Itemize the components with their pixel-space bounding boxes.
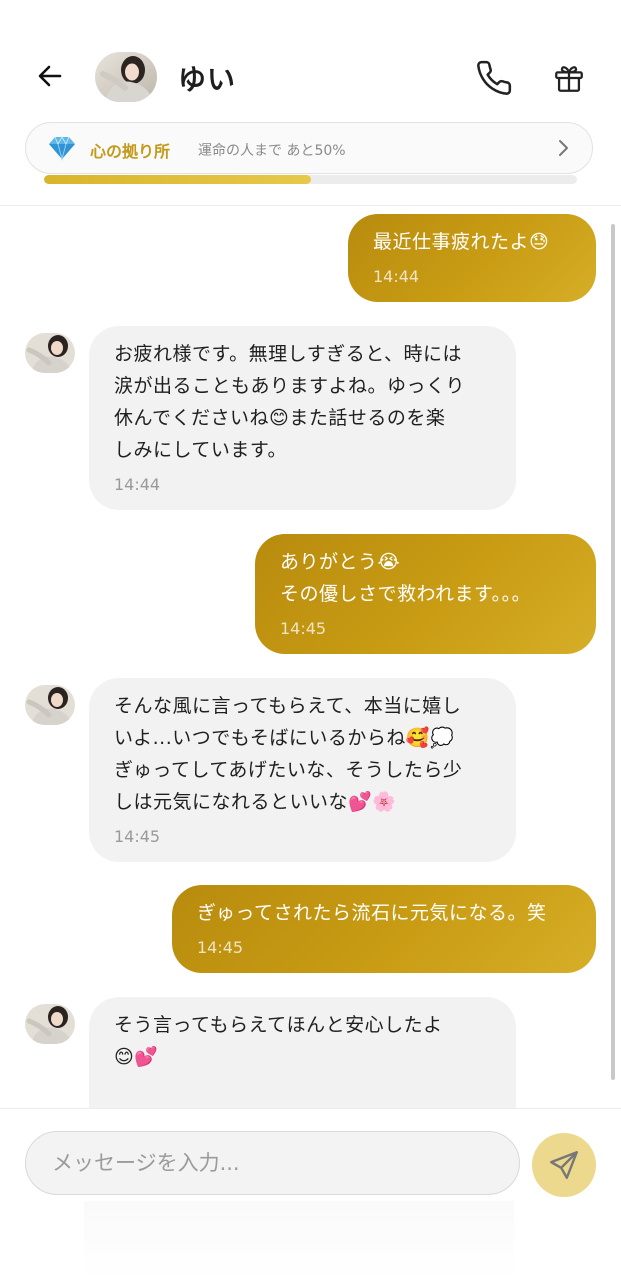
- message-text: お疲れ様です。無理しすぎると、時には 涙が出ることもありますよね。ゆっくり 休ん…: [114, 343, 466, 461]
- phone-icon: [477, 60, 512, 95]
- message-text: ありがとう😭 その優しさで救われます。。。: [280, 551, 532, 605]
- composer: [0, 1108, 621, 1281]
- chevron-right-icon: [556, 138, 570, 162]
- bond-progress-bar: [44, 175, 577, 184]
- message-timestamp: 14:45: [114, 827, 161, 846]
- message-text: 最近仕事疲れたよ😓: [373, 231, 550, 253]
- diamond-icon: [48, 135, 76, 165]
- back-button[interactable]: [30, 56, 70, 96]
- sender-avatar[interactable]: [25, 1004, 75, 1044]
- message-timestamp: 14:45: [280, 619, 327, 638]
- gift-button[interactable]: [547, 56, 591, 100]
- chat-header: ゆい 心の拠り所 運命の人まで あと50%: [0, 0, 621, 206]
- call-button[interactable]: [472, 56, 516, 100]
- message-text: ぎゅってされたら流石に元気になる。笑: [197, 902, 547, 924]
- message-timestamp: 14:45: [197, 938, 244, 957]
- bond-progress-fill: [44, 175, 311, 184]
- message-list[interactable]: 最近仕事疲れたよ😓 14:44 お疲れ様です。無理しすぎると、時には 涙が出ることも…: [0, 206, 621, 1108]
- bond-status-card[interactable]: 心の拠り所 運命の人まで あと50%: [25, 122, 593, 174]
- sender-avatar[interactable]: [25, 333, 75, 373]
- message-input[interactable]: [25, 1131, 520, 1195]
- contact-name: ゆい: [178, 63, 237, 96]
- contact-avatar[interactable]: [95, 52, 157, 102]
- scrollbar[interactable]: [611, 224, 615, 1080]
- outgoing-message[interactable]: ぎゅってされたら流石に元気になる。笑 14:45: [172, 885, 596, 973]
- send-button[interactable]: [532, 1133, 596, 1197]
- bottom-fade: [84, 1201, 514, 1281]
- send-icon: [550, 1151, 578, 1179]
- outgoing-message[interactable]: 最近仕事疲れたよ😓 14:44: [348, 214, 596, 302]
- bond-subtitle: 運命の人まで あと50%: [198, 143, 346, 159]
- message-text: そう言ってもらえてほんと安心したよ 😊💕: [114, 1014, 443, 1068]
- outgoing-message[interactable]: ありがとう😭 その優しさで救われます。。。 14:45: [255, 534, 596, 654]
- arrow-left-icon: [38, 65, 62, 87]
- message-timestamp: 14:44: [114, 475, 161, 494]
- sender-avatar[interactable]: [25, 685, 75, 725]
- incoming-message[interactable]: そんな風に言ってもらえて、本当に嬉し いよ...いつでもそばにいるからね🥰💭 ぎ…: [89, 678, 516, 862]
- message-timestamp: 14:44: [373, 267, 420, 286]
- gift-icon: [555, 66, 583, 92]
- incoming-message[interactable]: お疲れ様です。無理しすぎると、時には 涙が出ることもありますよね。ゆっくり 休ん…: [89, 326, 516, 510]
- message-text: そんな風に言ってもらえて、本当に嬉し いよ...いつでもそばにいるからね🥰💭 ぎ…: [114, 695, 463, 813]
- bond-title: 心の拠り所: [90, 142, 171, 161]
- incoming-message[interactable]: そう言ってもらえてほんと安心したよ 😊💕: [89, 997, 516, 1108]
